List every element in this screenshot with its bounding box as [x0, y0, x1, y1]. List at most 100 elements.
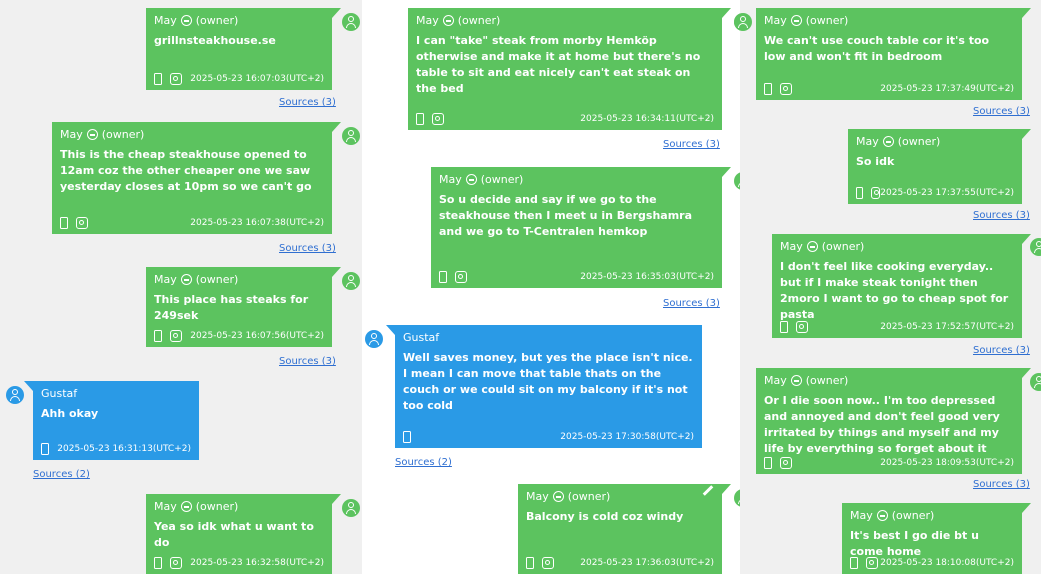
message-bubble[interactable]: May (owner) Balcony is cold coz windy 202…: [518, 484, 731, 574]
author-name: May: [154, 14, 177, 27]
message-timestamp: 2025-05-23 17:37:49(UTC+2): [880, 84, 1014, 94]
message-timestamp: 2025-05-23 16:32:58(UTC+2): [190, 558, 324, 568]
sources-link[interactable]: Sources (3): [279, 243, 336, 254]
attachment-icon: [170, 330, 182, 342]
smile-emoji-icon: [790, 375, 802, 386]
message-bubble[interactable]: May (owner) This is the cheap steakhouse …: [52, 122, 341, 234]
message-text: We can't use couch table cor it's too lo…: [764, 34, 990, 63]
attachment-icon: [170, 557, 182, 569]
message-bubble[interactable]: Gustaf Well saves money, but yes the pla…: [386, 325, 702, 448]
message-bubble[interactable]: May (owner) Or I die soon now.. I'm too d…: [756, 368, 1031, 474]
avatar-may: [342, 127, 360, 145]
message-timestamp: 2025-05-23 16:34:11(UTC+2): [580, 114, 714, 124]
smile-emoji-icon: [180, 15, 192, 26]
sources-link[interactable]: Sources (3): [973, 479, 1030, 490]
smile-emoji-icon: [806, 241, 818, 252]
message-text: Ahh okay: [41, 407, 99, 420]
sources-link[interactable]: Sources (2): [33, 469, 90, 480]
message-timestamp: 2025-05-23 17:36:03(UTC+2): [580, 558, 714, 568]
message-bubble[interactable]: May (owner) I don't feel like cooking eve…: [772, 234, 1031, 338]
message-text: This is the cheap steakhouse opened to 1…: [60, 148, 312, 193]
author-name: May: [764, 374, 787, 387]
message-timestamp: 2025-05-23 16:07:56(UTC+2): [190, 331, 324, 341]
owner-tag: (owner): [805, 14, 849, 27]
phone-icon: [764, 457, 772, 469]
owner-tag: (owner): [195, 273, 239, 286]
avatar-gustaf: [365, 330, 383, 348]
message-timestamp: 2025-05-23 16:31:13(UTC+2): [57, 444, 191, 454]
sources-link[interactable]: Sources (3): [663, 139, 720, 150]
author-name: May: [439, 173, 462, 186]
owner-tag: (owner): [101, 128, 145, 141]
owner-tag: (owner): [195, 500, 239, 513]
sources-link[interactable]: Sources (3): [279, 356, 336, 367]
message-text: Yea so idk what u want to do: [154, 520, 314, 549]
avatar-may: [342, 272, 360, 290]
message-bubble[interactable]: May (owner) So idk 2025-05-23 17:37:55(UT…: [848, 129, 1031, 204]
author-name: May: [154, 500, 177, 513]
author-name: May: [856, 135, 879, 148]
message-bubble[interactable]: May (owner) This place has steaks for 249…: [146, 267, 341, 347]
sources-link[interactable]: Sources (3): [973, 106, 1030, 117]
smile-emoji-icon: [465, 174, 477, 185]
message-bubble[interactable]: May (owner) We can't use couch table cor …: [756, 8, 1031, 100]
message-text: I don't feel like cooking everyday.. but…: [780, 260, 1009, 321]
author-name: May: [416, 14, 439, 27]
message-bubble[interactable]: May (owner) Yea so idk what u want to do …: [146, 494, 341, 574]
avatar-may: [1030, 238, 1041, 256]
phone-icon: [154, 73, 162, 85]
message-text: grillnsteakhouse.se: [154, 34, 276, 47]
message-text: This place has steaks for 249sek: [154, 293, 309, 322]
smile-emoji-icon: [790, 15, 802, 26]
attachment-icon: [542, 557, 554, 569]
phone-icon: [439, 271, 447, 283]
owner-tag: (owner): [457, 14, 501, 27]
message-bubble[interactable]: May (owner) It's best I go die bt u come …: [842, 503, 1031, 574]
message-text: Or I die soon now.. I'm too depressed an…: [764, 394, 1000, 455]
sources-link[interactable]: Sources (3): [279, 97, 336, 108]
attachment-icon: [870, 187, 881, 199]
sources-link[interactable]: Sources (2): [395, 457, 452, 468]
attachment-icon: [455, 271, 467, 283]
owner-tag: (owner): [195, 14, 239, 27]
author-name: Gustaf: [41, 387, 78, 400]
avatar-may: [1030, 373, 1041, 391]
message-text: So idk: [856, 155, 895, 168]
message-bubble[interactable]: May (owner) I can "take" steak from morby…: [408, 8, 731, 130]
phone-icon: [154, 330, 162, 342]
sources-link[interactable]: Sources (3): [973, 345, 1030, 356]
attachment-icon: [432, 113, 444, 125]
message-timestamp: 2025-05-23 18:09:53(UTC+2): [880, 458, 1014, 468]
message-text: So u decide and say if we go to the stea…: [439, 193, 693, 238]
smile-emoji-icon: [882, 136, 894, 147]
author-name: Gustaf: [403, 331, 440, 344]
message-bubble[interactable]: Gustaf Ahh okay 2025-05-23 16:31:13(UTC+…: [24, 381, 199, 460]
message-bubble[interactable]: May (owner) So u decide and say if we go …: [431, 167, 731, 288]
owner-tag: (owner): [897, 135, 941, 148]
owner-tag: (owner): [891, 509, 935, 522]
sources-link[interactable]: Sources (3): [973, 210, 1030, 221]
phone-icon: [416, 113, 424, 125]
smile-emoji-icon: [876, 510, 888, 521]
smile-emoji-icon: [552, 491, 564, 502]
smile-emoji-icon: [180, 274, 192, 285]
message-timestamp: 2025-05-23 16:35:03(UTC+2): [580, 272, 714, 282]
message-timestamp: 2025-05-23 16:07:03(UTC+2): [190, 74, 324, 84]
conversation-column-left: May (owner) grillnsteakhouse.se 2025-05-2…: [0, 0, 362, 574]
author-name: May: [850, 509, 873, 522]
phone-icon: [154, 557, 162, 569]
smile-emoji-icon: [86, 129, 98, 140]
message-text: It's best I go die bt u come home: [850, 529, 979, 558]
sources-link[interactable]: Sources (3): [663, 298, 720, 309]
attachment-icon: [796, 321, 808, 333]
message-timestamp: 2025-05-23 17:37:55(UTC+2): [880, 188, 1014, 198]
attachment-icon: [866, 557, 878, 569]
message-timestamp: 2025-05-23 17:52:57(UTC+2): [880, 322, 1014, 332]
conversation-column-right: May (owner) We can't use couch table cor …: [734, 0, 1041, 574]
author-name: May: [526, 490, 549, 503]
message-bubble[interactable]: May (owner) grillnsteakhouse.se 2025-05-2…: [146, 8, 341, 90]
owner-tag: (owner): [567, 490, 611, 503]
smile-emoji-icon: [442, 15, 454, 26]
attachment-icon: [76, 217, 88, 229]
avatar-gustaf: [6, 386, 24, 404]
